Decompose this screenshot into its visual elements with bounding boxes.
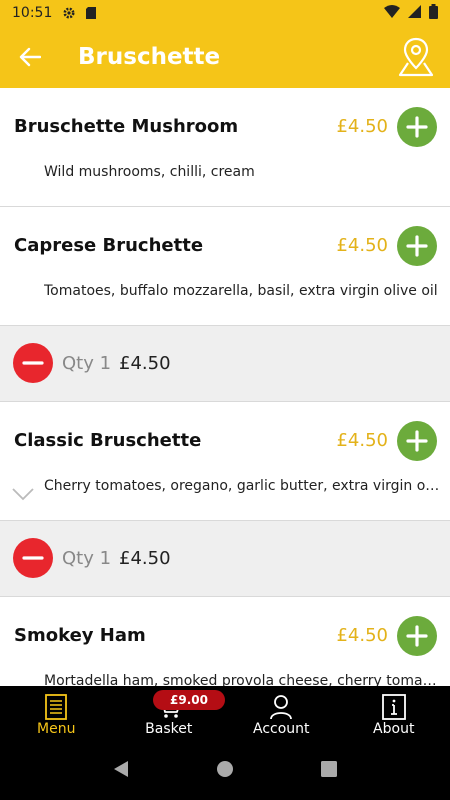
minus-icon [22, 556, 44, 560]
expand-chevron-down-icon[interactable] [12, 486, 34, 501]
item-name: Bruschette Mushroom [14, 116, 239, 137]
item-price: £4.50 [336, 625, 388, 646]
minus-icon [22, 361, 44, 365]
system-nav-bar [0, 742, 450, 800]
add-to-basket-button[interactable] [397, 616, 437, 656]
item-description: Cherry tomatoes, oregano, garlic butter,… [44, 478, 440, 494]
basket-total-badge[interactable]: £9.00 [153, 690, 225, 710]
menu-item: Bruschette Mushroom £4.50 Wild mushrooms… [0, 88, 450, 207]
menu-item: Caprese Bruchette £4.50 Tomatoes, buffal… [0, 207, 450, 326]
quantity-label: Qty 1 [62, 353, 112, 374]
info-icon [381, 693, 407, 721]
nav-basket-label: Basket [145, 721, 193, 737]
plus-icon [406, 430, 428, 452]
nav-menu[interactable]: Menu [0, 686, 113, 742]
menu-item: Classic Bruschette £4.50 Cherry tomatoes… [0, 402, 450, 521]
item-price: £4.50 [336, 116, 388, 137]
quantity-label: Qty 1 [62, 548, 112, 569]
nav-menu-label: Menu [37, 721, 76, 737]
remove-from-basket-button[interactable] [13, 538, 53, 578]
nav-about-label: About [373, 721, 415, 737]
item-name: Caprese Bruchette [14, 235, 204, 256]
quantity-price: £4.50 [119, 353, 171, 374]
person-icon [268, 693, 294, 721]
map-pin-icon [398, 37, 434, 77]
quantity-row: Qty 1 £4.50 [0, 521, 450, 597]
add-to-basket-button[interactable] [397, 421, 437, 461]
system-recents-icon[interactable] [320, 761, 337, 781]
item-name: Smokey Ham [14, 625, 146, 646]
item-description: Wild mushrooms, chilli, cream [44, 164, 255, 180]
item-description: Tomatoes, buffalo mozzarella, basil, ext… [44, 283, 438, 299]
item-name: Classic Bruschette [14, 430, 202, 451]
nav-account[interactable]: Account [225, 686, 338, 742]
plus-icon [406, 625, 428, 647]
add-to-basket-button[interactable] [397, 107, 437, 147]
add-to-basket-button[interactable] [397, 226, 437, 266]
item-price: £4.50 [336, 235, 388, 256]
app-bar: Bruschette [0, 26, 450, 88]
settings-gear-icon [62, 6, 76, 20]
plus-icon [406, 235, 428, 257]
sd-card-icon [84, 6, 98, 20]
remove-from-basket-button[interactable] [13, 343, 53, 383]
system-home-icon[interactable] [216, 760, 234, 782]
item-price: £4.50 [336, 430, 388, 451]
back-button[interactable] [0, 26, 60, 88]
status-bar: 10:51 [0, 0, 450, 26]
signal-icon [408, 4, 421, 22]
quantity-row: Qty 1 £4.50 [0, 326, 450, 402]
menu-book-icon [43, 693, 69, 721]
item-description: Mortadella ham, smoked provola cheese, c… [44, 673, 440, 686]
menu-item: Smokey Ham £4.50 Mortadella ham, smoked … [0, 597, 450, 686]
status-time: 10:51 [12, 5, 53, 21]
quantity-price: £4.50 [119, 548, 171, 569]
wifi-icon [384, 4, 400, 22]
back-arrow-icon [19, 47, 41, 67]
map-location-button[interactable] [396, 36, 436, 78]
plus-icon [406, 116, 428, 138]
bottom-nav: Menu Basket Account About [0, 686, 450, 742]
page-title: Bruschette [78, 44, 221, 70]
menu-list[interactable]: Bruschette Mushroom £4.50 Wild mushrooms… [0, 88, 450, 686]
nav-account-label: Account [252, 721, 310, 737]
nav-about[interactable]: About [338, 686, 450, 742]
system-back-icon[interactable] [113, 760, 129, 782]
battery-icon [429, 3, 438, 23]
